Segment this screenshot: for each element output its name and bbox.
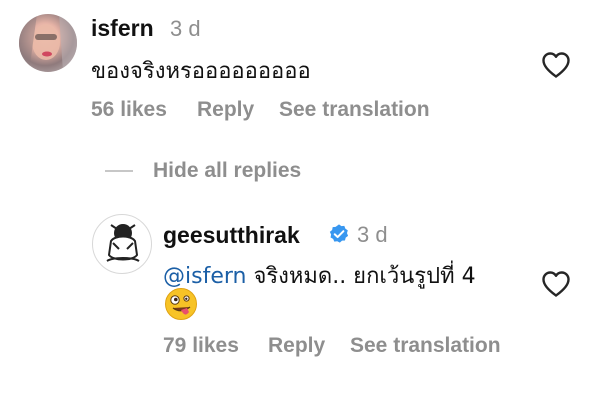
comment-text: ของจริงหรอออออออออ: [91, 59, 311, 84]
comment-username[interactable]: isfern: [91, 15, 154, 42]
reply-see-translation-button[interactable]: See translation: [350, 334, 501, 358]
reply-text: @isfern จริงหมด.. ยกเว้นรูปที่ 4: [163, 258, 476, 293]
reply-likes-count[interactable]: 79 likes: [163, 334, 239, 358]
reply-time: 3 d: [357, 222, 388, 247]
avatar-photo: [19, 14, 77, 72]
heart-outline-icon[interactable]: [541, 51, 571, 79]
avatar-geesutthirak[interactable]: [92, 214, 152, 274]
replies-divider: [105, 170, 133, 172]
likes-count[interactable]: 56 likes: [91, 98, 167, 122]
hide-replies-button[interactable]: Hide all replies: [153, 159, 301, 183]
avatar-isfern[interactable]: [19, 14, 77, 72]
comment-time: 3 d: [170, 16, 201, 41]
reply-message: จริงหมด.. ยกเว้นรูปที่ 4: [246, 264, 476, 289]
heart-outline-icon[interactable]: [541, 270, 571, 298]
reply-reply-button[interactable]: Reply: [268, 334, 325, 358]
reply-button[interactable]: Reply: [197, 98, 254, 122]
zany-face-emoji-icon: [165, 288, 197, 320]
verified-badge-icon: [329, 224, 349, 243]
mention-link[interactable]: @isfern: [163, 264, 246, 289]
avatar-illustration: [106, 224, 140, 262]
reply-username[interactable]: geesutthirak: [163, 222, 300, 249]
see-translation-button[interactable]: See translation: [279, 98, 430, 122]
